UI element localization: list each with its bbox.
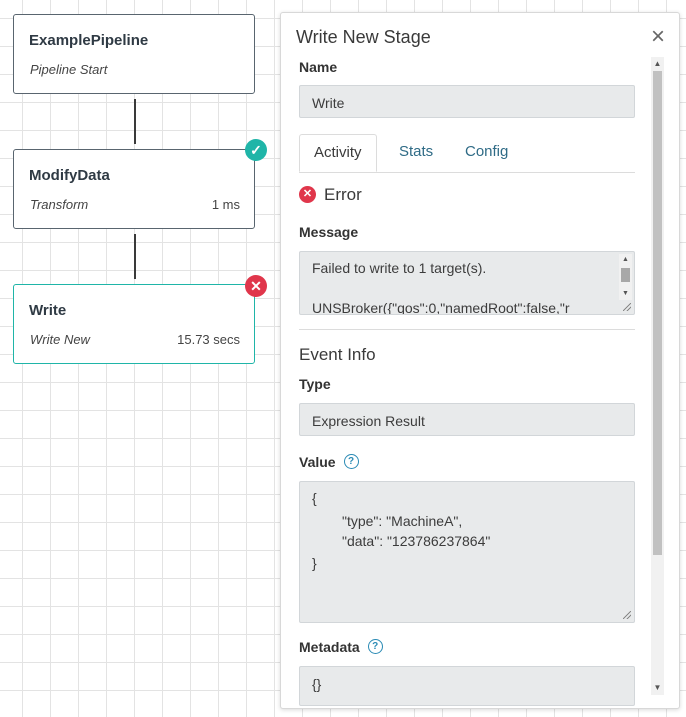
value-line: }: [312, 555, 317, 571]
divider: [299, 329, 635, 330]
message-label: Message: [299, 224, 359, 240]
scroll-down-icon[interactable]: ▼: [619, 288, 632, 300]
metadata-field[interactable]: {}: [299, 666, 635, 706]
panel-content: Name Write Activity Stats Config ✕ Error …: [281, 57, 651, 708]
type-value: Expression Result: [312, 413, 425, 429]
metadata-label-row: Metadata?: [299, 638, 383, 656]
help-icon[interactable]: ?: [367, 638, 383, 654]
error-x-icon: ✕: [245, 275, 267, 297]
scrollbar-thumb[interactable]: [621, 268, 630, 282]
panel-title: Write New Stage: [296, 27, 431, 47]
message-scrollbar[interactable]: ▲ ▼: [619, 254, 632, 300]
node-modifydata[interactable]: ModifyData Transform 1 ms: [13, 149, 255, 229]
type-field[interactable]: Expression Result: [299, 403, 635, 436]
tab-stats[interactable]: Stats: [399, 134, 433, 172]
scroll-up-icon[interactable]: ▲: [651, 57, 664, 71]
value-line: "type": "MachineA",: [342, 513, 463, 529]
status-row: ✕ Error: [299, 185, 362, 205]
tab-activity[interactable]: Activity: [299, 134, 377, 172]
panel-scrollbar[interactable]: ▲ ▼: [651, 57, 664, 695]
node-examplepipeline[interactable]: ExamplePipeline Pipeline Start: [13, 14, 255, 94]
node-write[interactable]: Write Write New 15.73 secs: [13, 284, 255, 364]
connector: [134, 99, 136, 144]
message-line: Failed to write to 1 target(s).: [312, 260, 487, 276]
error-icon: ✕: [299, 186, 316, 204]
name-value: Write: [312, 95, 345, 111]
stage-panel: Write New Stage × ▲ ▼ Name Write Activit…: [280, 12, 680, 709]
node-duration: 1 ms: [211, 197, 240, 212]
scroll-down-icon[interactable]: ▼: [651, 681, 664, 695]
success-check-icon: ✓: [245, 139, 267, 161]
message-textarea[interactable]: Failed to write to 1 target(s). UNSBroke…: [299, 251, 635, 315]
value-label-row: Value?: [299, 453, 359, 471]
name-label: Name: [299, 59, 338, 75]
value-line: {: [312, 490, 317, 506]
scroll-up-icon[interactable]: ▲: [619, 254, 632, 266]
value-textarea[interactable]: { "type": "MachineA", "data": "123786237…: [299, 481, 635, 623]
tab-bar: Activity Stats Config: [299, 134, 635, 173]
type-label: Type: [299, 376, 331, 392]
event-info-title: Event Info: [299, 345, 376, 364]
scrollbar-thumb[interactable]: [653, 71, 662, 555]
value-label: Value: [299, 454, 336, 470]
tab-config[interactable]: Config: [465, 134, 508, 172]
connector: [134, 234, 136, 279]
node-title: ModifyData: [29, 167, 110, 184]
node-title: ExamplePipeline: [29, 32, 149, 49]
node-subtitle: Pipeline Start: [30, 62, 108, 77]
node-subtitle: Write New: [30, 332, 90, 347]
node-duration: 15.73 secs: [177, 332, 240, 347]
close-icon[interactable]: ×: [651, 25, 665, 49]
metadata-value: {}: [312, 676, 322, 692]
name-field[interactable]: Write: [299, 85, 635, 118]
status-text: Error: [324, 185, 362, 204]
help-icon[interactable]: ?: [343, 453, 359, 469]
metadata-label: Metadata: [299, 639, 360, 655]
resize-handle-icon[interactable]: [623, 303, 631, 311]
node-subtitle: Transform: [30, 197, 89, 212]
value-line: "data": "123786237864": [342, 533, 491, 549]
resize-handle-icon[interactable]: [623, 611, 631, 619]
message-line: UNSBroker({"qos":0,"namedRoot":false,"r: [312, 300, 570, 315]
node-title: Write: [29, 302, 67, 319]
